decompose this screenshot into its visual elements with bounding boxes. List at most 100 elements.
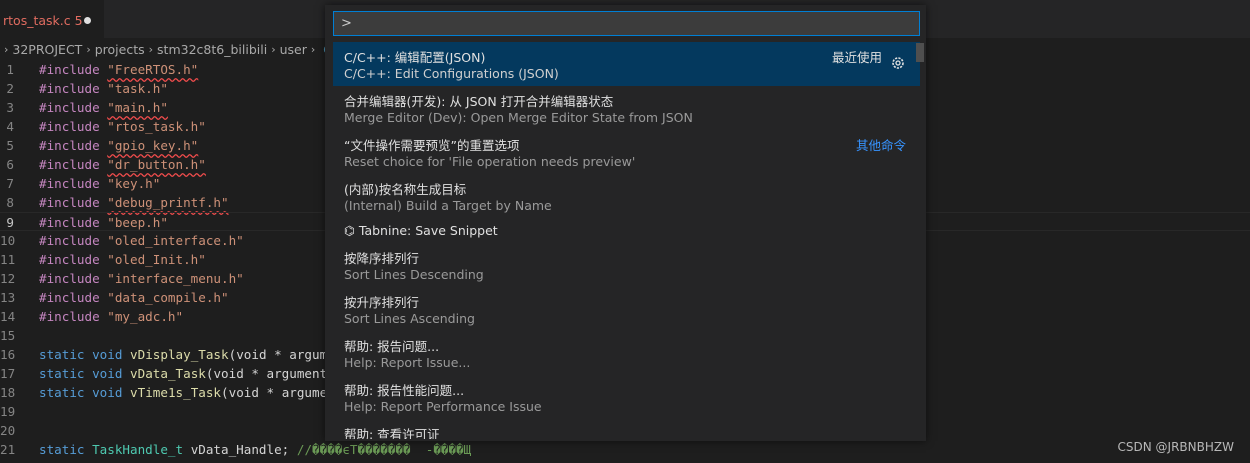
command-item[interactable]: (内部)按名称生成目标 (Internal) Build a Target by … bbox=[333, 174, 920, 218]
include-path: "data_compile.h" bbox=[107, 290, 229, 305]
command-label: 合并编辑器(开发): 从 JSON 打开合并编辑器状态 bbox=[344, 94, 614, 109]
include-path: "oled_Init.h" bbox=[107, 252, 206, 267]
command-item[interactable]: 帮助: 报告问题... Help: Report Issue... bbox=[333, 331, 920, 375]
breadcrumb-item[interactable]: 32PROJECT bbox=[12, 42, 82, 57]
command-item[interactable]: 按升序排列行 Sort Lines Ascending bbox=[333, 287, 920, 331]
command-item[interactable]: 按降序排列行 Sort Lines Descending bbox=[333, 243, 920, 287]
command-label: ⌬ Tabnine: Save Snippet bbox=[344, 223, 498, 238]
tab-rtos-task[interactable]: rtos_task.c 5 bbox=[0, 0, 104, 38]
include-keyword: #include bbox=[39, 100, 100, 115]
comment: //����ϵT������� -����Щ bbox=[296, 442, 472, 457]
include-path: "FreeRTOS.h" bbox=[107, 62, 199, 77]
command-palette: > C/C++: 编辑配置(JSON) C/C++: Edit Configura… bbox=[325, 5, 926, 441]
line-number: 17 bbox=[0, 366, 16, 381]
include-path: "gpio_key.h" bbox=[107, 138, 199, 153]
command-label: C/C++: 编辑配置(JSON) bbox=[344, 50, 486, 65]
line-number: 14 bbox=[0, 309, 16, 324]
line-number: 5 bbox=[6, 138, 14, 153]
variable-name: vData_Handle; bbox=[190, 442, 290, 457]
line-number: 13 bbox=[0, 290, 16, 305]
line-number: 20 bbox=[0, 423, 16, 438]
include-path: "debug_printf.h" bbox=[107, 195, 229, 210]
chevron-right-icon: › bbox=[148, 42, 154, 56]
command-input[interactable]: > bbox=[333, 11, 920, 36]
static-keyword: static bbox=[39, 442, 85, 457]
include-keyword: #include bbox=[39, 138, 100, 153]
command-detail: Sort Lines Ascending bbox=[344, 311, 475, 326]
static-keyword: static bbox=[39, 385, 85, 400]
code-text: #include "gpio_key.h" bbox=[39, 136, 198, 155]
function-params: (void * argume bbox=[221, 385, 328, 400]
command-detail: Reset choice for 'File operation needs p… bbox=[344, 154, 636, 169]
code-text: #include "rtos_task.h" bbox=[39, 117, 206, 136]
line-number: 4 bbox=[6, 119, 14, 134]
code-text: #include "main.h" bbox=[39, 98, 168, 117]
gear-icon[interactable] bbox=[890, 55, 906, 71]
line-number: 16 bbox=[0, 347, 16, 362]
void-keyword: void bbox=[92, 347, 123, 362]
function-name: vDisplay_Task bbox=[130, 347, 229, 362]
include-path: "oled_interface.h" bbox=[107, 233, 244, 248]
include-path: "my_adc.h" bbox=[107, 309, 184, 324]
command-item[interactable]: C/C++: 编辑配置(JSON) C/C++: Edit Configurati… bbox=[333, 42, 920, 86]
scrollbar[interactable] bbox=[916, 43, 924, 62]
command-item[interactable]: 帮助: 查看许可证 bbox=[333, 419, 920, 439]
include-path: "task.h" bbox=[107, 81, 168, 96]
tab-label: rtos_task.c 5 bbox=[3, 13, 83, 28]
include-keyword: #include bbox=[39, 195, 100, 210]
chevron-right-icon: › bbox=[4, 42, 9, 56]
command-item[interactable]: 帮助: 报告性能问题... Help: Report Performance Is… bbox=[333, 375, 920, 419]
command-item[interactable]: ⌬ Tabnine: Save Snippet bbox=[333, 218, 920, 243]
command-detail: Help: Report Performance Issue bbox=[344, 399, 542, 414]
command-label: 按降序排列行 bbox=[344, 251, 420, 266]
line-number: 2 bbox=[6, 81, 14, 96]
command-label: “文件操作需要预览”的重置选项 bbox=[344, 138, 520, 153]
line-number: 3 bbox=[6, 100, 14, 115]
code-text: static TaskHandle_t vData_Handle; //����… bbox=[39, 440, 471, 459]
include-keyword: #include bbox=[39, 271, 100, 286]
include-keyword: #include bbox=[39, 309, 100, 324]
line-number: 9 bbox=[6, 215, 14, 230]
code-text: static void vDisplay_Task(void * argum bbox=[39, 345, 327, 364]
code-text: static void vTime1s_Task(void * argume bbox=[39, 383, 327, 402]
function-params: (void * argum bbox=[228, 347, 328, 362]
command-detail: C/C++: Edit Configurations (JSON) bbox=[344, 66, 559, 81]
line-number: 12 bbox=[0, 271, 16, 286]
include-path: "interface_menu.h" bbox=[107, 271, 244, 286]
watermark: CSDN @JRBNBHZW bbox=[1117, 440, 1234, 454]
include-path: "main.h" bbox=[107, 100, 168, 115]
command-detail: (Internal) Build a Target by Name bbox=[344, 198, 552, 213]
code-text: #include "task.h" bbox=[39, 79, 168, 98]
line-number: 1 bbox=[6, 62, 14, 77]
line-number: 18 bbox=[0, 385, 16, 400]
code-text: #include "FreeRTOS.h" bbox=[39, 60, 198, 79]
command-item[interactable]: “文件操作需要预览”的重置选项 Reset choice for 'File op… bbox=[333, 130, 920, 174]
unsaved-dot-icon[interactable] bbox=[84, 17, 91, 24]
function-params: (void * argument bbox=[205, 366, 328, 381]
include-keyword: #include bbox=[39, 157, 100, 172]
other-commands-label[interactable]: 其他命令 bbox=[856, 135, 906, 154]
line-number: 10 bbox=[0, 233, 16, 248]
type-name: TaskHandle_t bbox=[92, 442, 184, 457]
include-keyword: #include bbox=[39, 176, 100, 191]
include-keyword: #include bbox=[39, 62, 100, 77]
include-keyword: #include bbox=[39, 81, 100, 96]
line-number: 19 bbox=[0, 404, 16, 419]
breadcrumb-item[interactable]: user bbox=[280, 42, 307, 57]
command-label: 帮助: 报告性能问题... bbox=[344, 383, 465, 398]
command-item[interactable]: 合并编辑器(开发): 从 JSON 打开合并编辑器状态 Merge Editor … bbox=[333, 86, 920, 130]
static-keyword: static bbox=[39, 366, 85, 381]
breadcrumb-item[interactable]: projects bbox=[95, 42, 145, 57]
breadcrumb-item[interactable]: stm32c8t6_bilibili bbox=[157, 42, 267, 57]
include-keyword: #include bbox=[39, 119, 100, 134]
command-list: C/C++: 编辑配置(JSON) C/C++: Edit Configurati… bbox=[333, 42, 920, 439]
command-detail: Merge Editor (Dev): Open Merge Editor St… bbox=[344, 110, 693, 125]
line-number: 7 bbox=[6, 176, 14, 191]
include-keyword: #include bbox=[39, 233, 100, 248]
code-text: #include "debug_printf.h" bbox=[39, 193, 229, 212]
code-text: #include "beep.h" bbox=[39, 213, 168, 232]
code-text: #include "my_adc.h" bbox=[39, 307, 183, 326]
command-detail: Help: Report Issue... bbox=[344, 355, 471, 370]
code-text: #include "oled_Init.h" bbox=[39, 250, 206, 269]
code-text: #include "data_compile.h" bbox=[39, 288, 229, 307]
